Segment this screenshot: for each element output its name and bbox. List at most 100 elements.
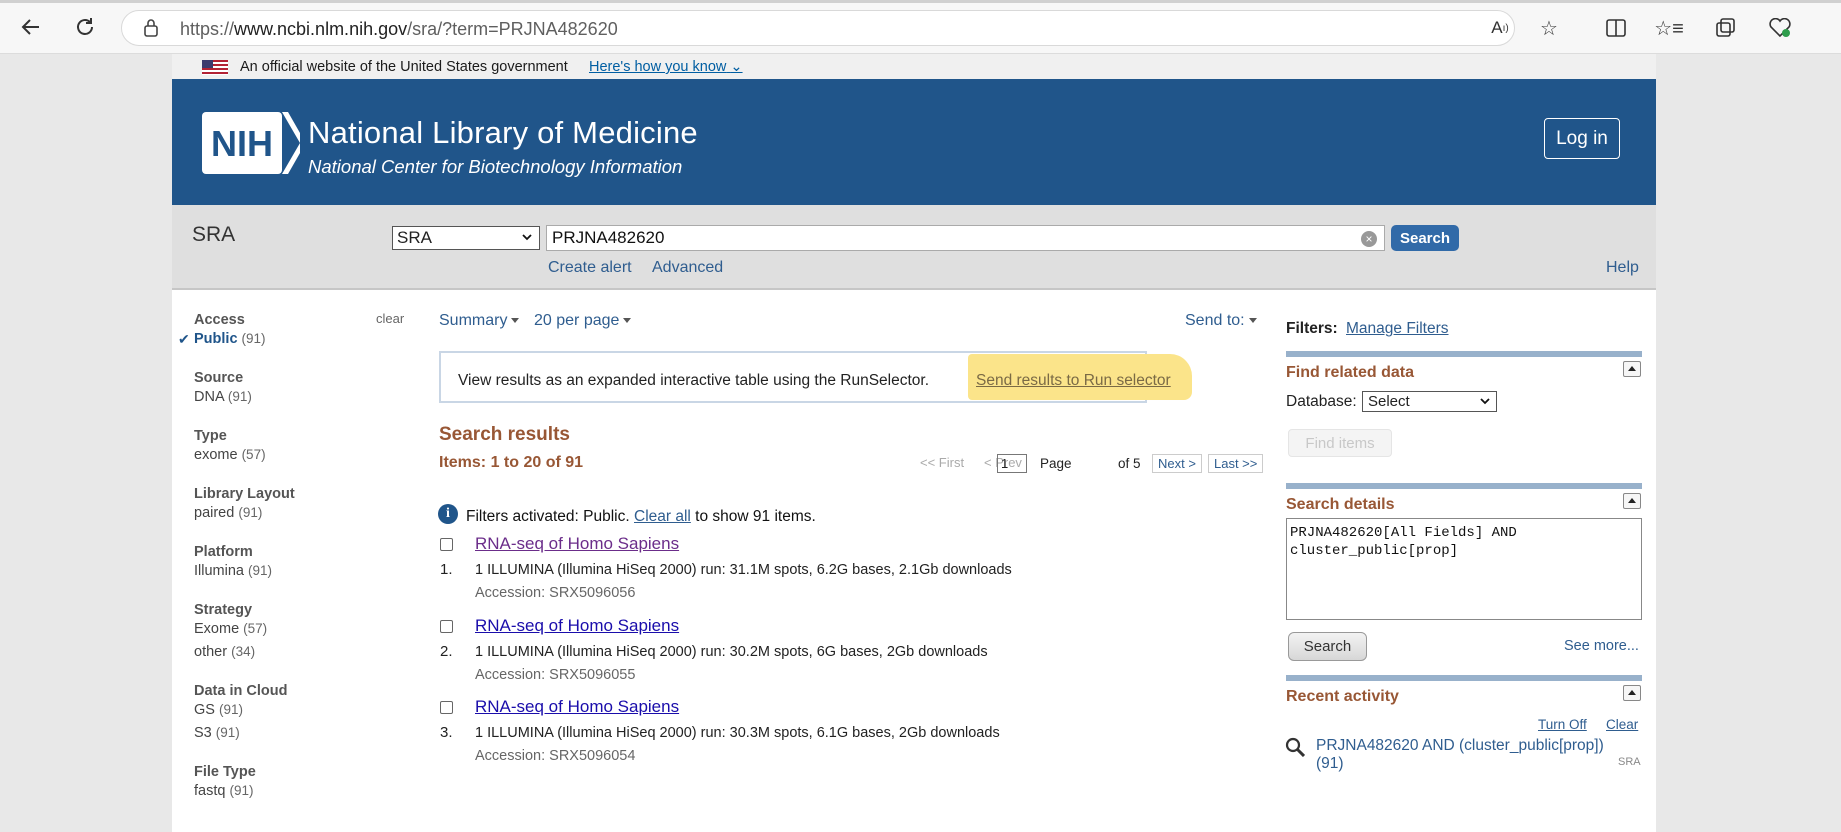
filter-item-dna[interactable]: DNA (91) [194,389,252,405]
summary-format-dropdown[interactable]: Summary [439,312,520,330]
filter-group-library-layout: Library Layout [194,486,295,502]
refresh-icon[interactable] [72,14,98,40]
see-more-link[interactable]: See more... [1564,638,1639,654]
filter-item-fastq[interactable]: fastq (91) [194,783,253,799]
result-description: 1 ILLUMINA (Illumina HiSeq 2000) run: 31… [475,562,1012,578]
filter-item-paired[interactable]: paired (91) [194,505,262,521]
result-number: 2. [440,643,453,660]
result-checkbox[interactable] [440,701,453,714]
filter-item-count: (91) [238,505,263,520]
per-page-dropdown[interactable]: 20 per page [534,312,632,330]
split-screen-icon[interactable] [1604,16,1628,40]
filter-item-label: Exome [194,621,240,637]
filter-item-label: S3 [194,725,212,741]
read-aloud-icon[interactable]: Aı) [1488,16,1512,40]
filter-group-platform: Platform [194,544,253,560]
pager-next-button[interactable]: Next > [1152,454,1202,473]
send-to-run-selector-link[interactable]: Send results to Run selector [976,372,1171,390]
send-to-dropdown[interactable]: Send to: [1185,312,1257,330]
ncbi-subtitle: National Center for Biotechnology Inform… [308,156,683,177]
result-title-link[interactable]: RNA-seq of Homo Sapiens [475,697,679,717]
nih-logo[interactable]: NIH [202,112,300,174]
result-checkbox[interactable] [440,538,453,551]
filter-item-s3[interactable]: S3 (91) [194,725,240,741]
manage-filters-link[interactable]: Manage Filters [1346,320,1449,338]
result-number: 3. [440,724,453,741]
search-details-textarea[interactable]: PRJNA482620[All Fields] AND cluster_publ… [1286,518,1642,620]
clear-filters-link[interactable]: clear [376,311,404,326]
related-database-select[interactable]: Select [1362,391,1497,412]
url-text[interactable]: https://www.ncbi.nlm.nih.gov/sra/?term=P… [180,19,618,40]
page-number-input[interactable]: 1 [997,454,1027,473]
pager-of-total: of 5 [1118,456,1141,471]
favorite-star-icon[interactable]: ☆ [1537,16,1561,40]
clear-all-link[interactable]: Clear all [634,508,691,525]
result-title-link[interactable]: RNA-seq of Homo Sapiens [475,616,679,636]
login-button[interactable]: Log in [1544,118,1620,159]
result-title-link[interactable]: RNA-seq of Homo Sapiens [475,534,679,554]
result-item: 2. RNA-seq of Homo Sapiens 1 ILLUMINA (I… [439,616,1159,696]
back-arrow-icon[interactable] [18,14,44,40]
caret-down-icon [511,318,520,324]
summary-format-label: Summary [439,312,508,329]
collapse-recent-activity-button[interactable] [1623,685,1641,701]
filter-item-gs[interactable]: GS (91) [194,702,243,718]
pager-first: << First [920,455,965,470]
clear-search-icon[interactable]: × [1361,231,1377,247]
search-details-search-button[interactable]: Search [1288,632,1367,661]
pager-page-label: Page [1040,456,1072,471]
filter-item-count: (91) [248,563,273,578]
collections-icon[interactable] [1714,16,1738,40]
help-link[interactable]: Help [1606,259,1639,277]
search-details-heading: Search details [1286,496,1395,513]
browser-toolbar: https://www.ncbi.nlm.nih.gov/sra/?term=P… [0,0,1841,54]
filter-group-data-in-cloud: Data in Cloud [194,683,288,699]
advanced-search-link[interactable]: Advanced [652,259,723,277]
collapse-find-related-button[interactable] [1623,361,1641,377]
browser-essentials-icon[interactable] [1768,16,1792,40]
favorites-list-icon[interactable]: ☆≡ [1654,16,1684,40]
find-items-button[interactable]: Find items [1288,429,1392,457]
runselector-text: View results as an expanded interactive … [458,372,930,389]
clear-recent-link[interactable]: Clear [1606,717,1638,732]
database-select-value: SRA [397,228,432,247]
result-description: 1 ILLUMINA (Illumina HiSeq 2000) run: 30… [475,725,1000,741]
result-checkbox[interactable] [440,620,453,633]
filter-item-label: Public [194,331,238,347]
result-description: 1 ILLUMINA (Illumina HiSeq 2000) run: 30… [475,644,988,660]
create-alert-link[interactable]: Create alert [548,259,632,277]
recent-activity-item[interactable]: PRJNA482620 AND (cluster_public[prop]) (… [1316,737,1616,773]
how-you-know-link[interactable]: Here's how you know ⌄ [589,59,743,75]
nlm-title[interactable]: National Library of Medicine [308,115,698,151]
turn-off-link[interactable]: Turn Off [1538,717,1587,732]
collapse-search-details-button[interactable] [1623,493,1641,509]
related-database-value: Select [1368,393,1410,410]
result-item: 3. RNA-seq of Homo Sapiens 1 ILLUMINA (I… [439,697,1159,777]
filter-group-strategy: Strategy [194,602,253,618]
filter-item-count: (91) [218,702,243,717]
section-divider [1286,351,1642,357]
pager-last-button[interactable]: Last >> [1208,454,1264,473]
result-number: 1. [440,561,453,578]
filter-item-count: (91) [229,783,254,798]
how-you-know-label: Here's how you know [589,59,727,75]
tab-strip-edge [0,0,1841,3]
items-count: Items: 1 to 20 of 91 [439,454,584,471]
filter-item-label: Illumina [194,563,244,579]
filter-item-other[interactable]: other (34) [194,644,255,660]
chevron-down-icon [522,234,532,241]
section-divider [1286,675,1642,681]
filters-activated-message: Filters activated: Public. Clear all to … [466,508,816,526]
search-term-value: PRJNA482620 [552,228,665,247]
filter-item-count: (57) [243,621,268,636]
filter-item-public[interactable]: Public (91) [194,331,266,347]
database-select[interactable]: SRA [392,226,540,250]
lock-icon[interactable] [143,18,161,38]
search-term-input[interactable]: PRJNA482620 × [546,225,1385,251]
filter-item-illumina[interactable]: Illumina (91) [194,563,272,579]
filter-item-exome-type[interactable]: exome (57) [194,447,266,463]
filter-item-label: GS [194,702,215,718]
filter-item-exome-strategy[interactable]: Exome (57) [194,621,267,637]
nih-logo-text: NIH [211,123,273,164]
search-button[interactable]: Search [1391,225,1459,251]
